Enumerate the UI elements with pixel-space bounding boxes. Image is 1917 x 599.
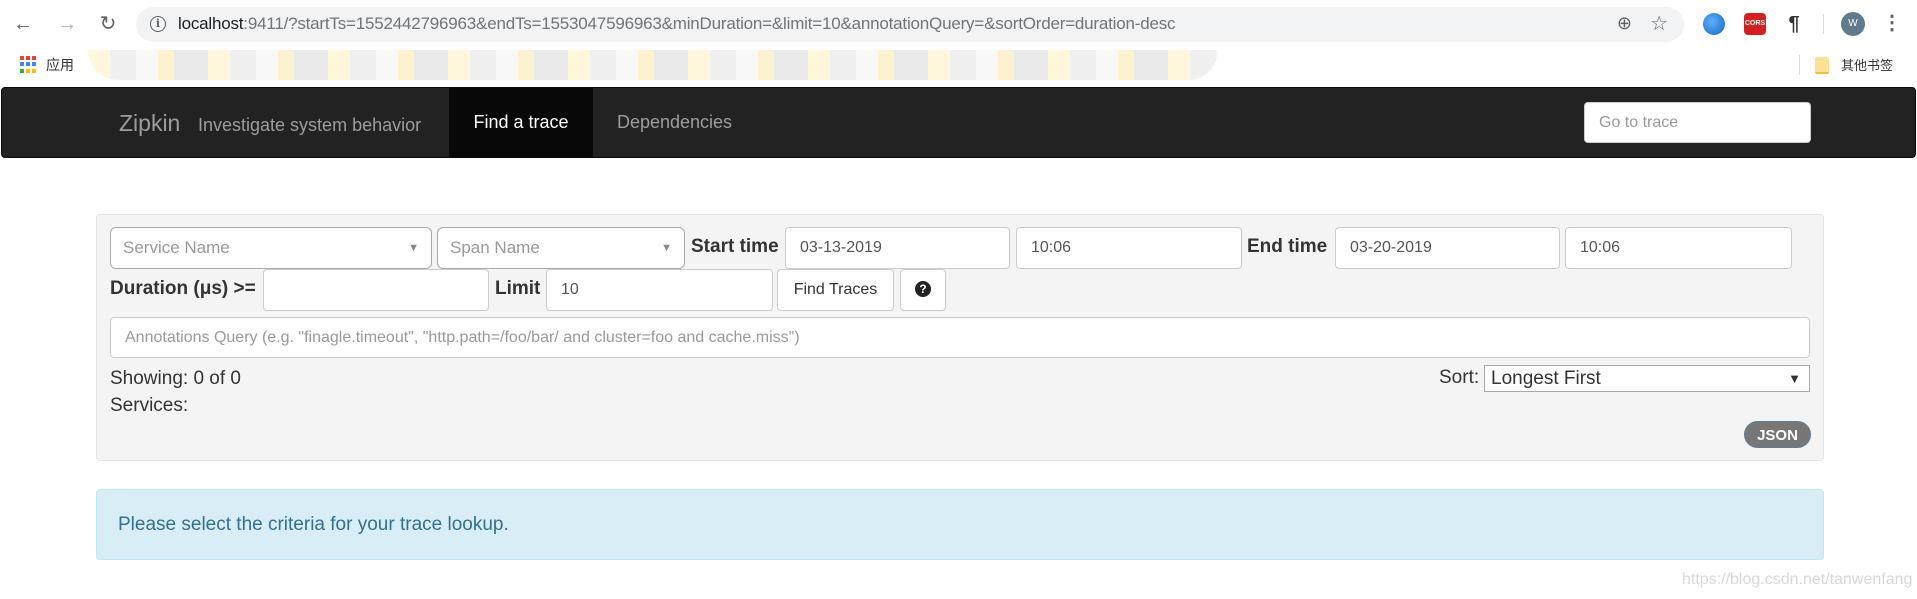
browser-menu-icon[interactable]: ⋮ bbox=[1882, 9, 1902, 37]
bookmarks-bar: 应用 其他书签 bbox=[0, 50, 1917, 87]
go-to-trace-input[interactable] bbox=[1584, 102, 1811, 143]
duration-label: Duration (μs) >= bbox=[110, 278, 256, 299]
url-host: localhost bbox=[178, 14, 244, 33]
json-button[interactable]: JSON bbox=[1744, 421, 1811, 448]
bookmark-star-icon[interactable]: ☆ bbox=[1650, 11, 1668, 36]
profile-avatar[interactable]: W bbox=[1841, 12, 1865, 36]
url-text[interactable]: localhost:9411/?startTs=1552442796963&en… bbox=[178, 14, 1176, 34]
address-bar[interactable]: i localhost:9411/?startTs=1552442796963&… bbox=[136, 7, 1684, 42]
toolbar-divider bbox=[1823, 14, 1824, 34]
sort-order-select[interactable]: Longest First ▼ bbox=[1484, 365, 1810, 392]
info-alert: Please select the criteria for your trac… bbox=[96, 489, 1824, 560]
bookmarks-divider bbox=[1799, 55, 1800, 75]
service-name-placeholder: Service Name bbox=[123, 238, 230, 257]
tab-dependencies[interactable]: Dependencies bbox=[597, 88, 752, 157]
url-path: :9411/?startTs=1552442796963&endTs=15530… bbox=[243, 14, 1176, 33]
limit-input[interactable] bbox=[546, 269, 773, 311]
cors-extension-icon[interactable]: CORS bbox=[1744, 13, 1766, 35]
alert-message: Please select the criteria for your trac… bbox=[118, 514, 509, 535]
services-label: Services: bbox=[110, 395, 189, 416]
zoom-icon[interactable]: ⊕ bbox=[1617, 13, 1632, 34]
reload-icon[interactable]: ↻ bbox=[95, 11, 121, 37]
duration-input[interactable] bbox=[263, 269, 489, 311]
folder-icon bbox=[1815, 57, 1829, 74]
sort-selected-value: Longest First bbox=[1491, 368, 1601, 389]
limit-label: Limit bbox=[495, 278, 541, 299]
question-circle-icon: ? bbox=[915, 280, 931, 297]
find-traces-button[interactable]: Find Traces bbox=[777, 269, 894, 311]
apps-bookmark[interactable]: 应用 bbox=[46, 55, 74, 75]
start-date-input[interactable] bbox=[785, 227, 1010, 269]
browser-toolbar: ← → ↻ i localhost:9411/?startTs=15524427… bbox=[0, 0, 1917, 50]
back-icon[interactable]: ← bbox=[10, 11, 36, 37]
end-time-label: End time bbox=[1247, 236, 1328, 257]
end-date-input[interactable] bbox=[1335, 227, 1560, 269]
annotations-query-input[interactable] bbox=[110, 317, 1810, 358]
watermark: https://blog.csdn.net/tanwenfang bbox=[1682, 571, 1913, 588]
forward-icon[interactable]: → bbox=[54, 11, 80, 37]
blurred-bookmarks bbox=[88, 50, 1218, 80]
help-button[interactable]: ? bbox=[900, 269, 946, 311]
chevron-down-icon: ▼ bbox=[1788, 371, 1801, 386]
span-name-select[interactable]: Span Name ▼ bbox=[437, 227, 685, 269]
start-time-label: Start time bbox=[691, 236, 779, 257]
apps-grid-icon[interactable] bbox=[20, 56, 37, 73]
chevron-down-icon: ▼ bbox=[408, 242, 419, 254]
service-name-select[interactable]: Service Name ▼ bbox=[110, 227, 432, 269]
chevron-down-icon: ▼ bbox=[661, 242, 672, 254]
end-time-input[interactable] bbox=[1565, 227, 1792, 269]
trace-search-panel: Service Name ▼ Span Name ▼ Start time En… bbox=[96, 214, 1824, 461]
other-bookmarks[interactable]: 其他书签 bbox=[1841, 55, 1893, 74]
brand-tagline: Investigate system behavior bbox=[198, 115, 422, 135]
zipkin-navbar: Zipkin Investigate system behavior Find … bbox=[1, 87, 1916, 158]
start-time-input[interactable] bbox=[1016, 227, 1242, 269]
span-name-placeholder: Span Name bbox=[450, 238, 540, 257]
site-info-icon[interactable]: i bbox=[150, 16, 166, 32]
tab-find-a-trace[interactable]: Find a trace bbox=[449, 88, 593, 157]
brand-logo[interactable]: Zipkin bbox=[119, 110, 180, 137]
globe-extension-icon[interactable] bbox=[1703, 13, 1725, 35]
showing-count: Showing: 0 of 0 bbox=[110, 368, 241, 389]
sort-label: Sort: bbox=[1439, 367, 1480, 388]
paragraph-extension-icon[interactable]: ¶ bbox=[1783, 13, 1805, 35]
